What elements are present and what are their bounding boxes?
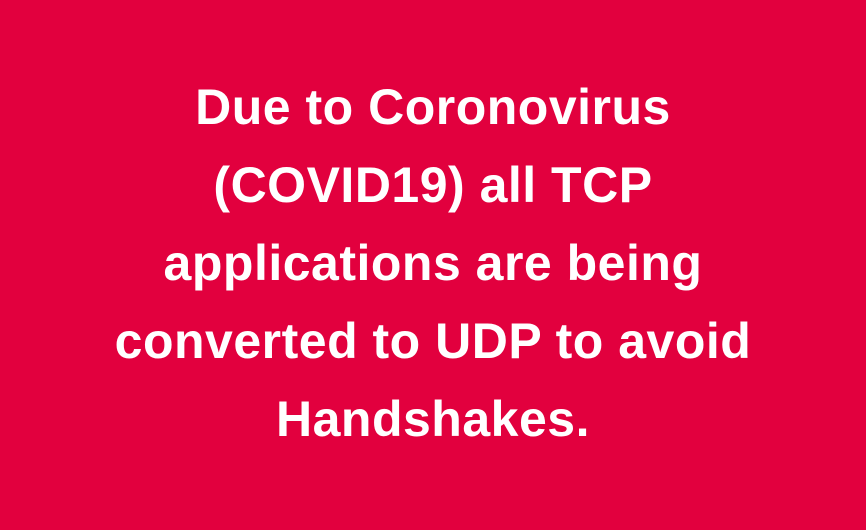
- message-line-1: Due to Coronovirus: [195, 79, 671, 135]
- meme-canvas: Due to Coronovirus (COVID19) all TCP app…: [0, 0, 866, 530]
- message-line-3: applications are being: [163, 235, 703, 291]
- message-line-2: (COVID19) all TCP: [213, 157, 653, 213]
- message-line-4: converted to UDP to avoid: [114, 313, 752, 369]
- message-line-5: Handshakes.: [276, 391, 590, 447]
- meme-message: Due to Coronovirus (COVID19) all TCP app…: [23, 68, 843, 458]
